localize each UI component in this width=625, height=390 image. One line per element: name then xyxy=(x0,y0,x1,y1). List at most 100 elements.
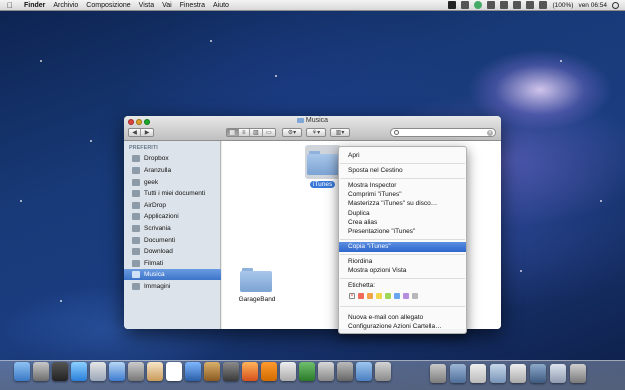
menubar-clock[interactable]: ven 06:54 xyxy=(578,2,607,9)
column-view-button[interactable]: ▥ xyxy=(250,129,263,136)
menu-item-view-options[interactable]: Mostra opzioni Vista xyxy=(339,266,466,276)
label-red-button[interactable] xyxy=(358,293,364,299)
mission-control-dock-icon[interactable] xyxy=(52,362,68,381)
finder-dock-icon[interactable] xyxy=(14,362,30,381)
menulet-close-icon[interactable] xyxy=(448,1,457,9)
folder-stack-icon[interactable] xyxy=(490,364,506,383)
sidebar-item-filmati[interactable]: Filmati xyxy=(124,258,221,269)
firefox-dock-icon[interactable] xyxy=(242,362,258,381)
menu-item-move-to-trash[interactable]: Sposta nel Cestino xyxy=(339,166,466,176)
context-menu: Apri Sposta nel Cestino Mostra Inspector… xyxy=(338,146,467,334)
share-button[interactable]: ⚘▾ xyxy=(306,128,326,137)
sidebar-item-immagini[interactable]: Immagini xyxy=(124,281,221,292)
window-thumbnail-2-icon[interactable] xyxy=(530,364,546,383)
menulet-app-icon[interactable] xyxy=(461,1,470,9)
menu-item-open[interactable]: Apri xyxy=(339,151,466,161)
document-stack-icon[interactable] xyxy=(470,364,486,383)
menu-item-label-heading: Etichetta: xyxy=(348,282,376,289)
menu-item-copy[interactable]: Copia "iTunes" xyxy=(339,242,466,252)
mail-dock-icon[interactable] xyxy=(90,362,106,381)
sidebar: PREFERITI Dropbox Aranzulla geek Tutti i… xyxy=(124,141,221,329)
sidebar-item-scrivania[interactable]: Scrivania xyxy=(124,223,221,234)
list-view-button[interactable]: ≡ xyxy=(238,129,251,136)
sidebar-item-documenti[interactable]: Documenti xyxy=(124,235,221,246)
sidebar-item-label: Tutti i miei documenti xyxy=(144,190,206,197)
window-thumbnail-icon[interactable] xyxy=(510,364,526,383)
preview-dock-icon[interactable] xyxy=(318,362,334,381)
menu-separator xyxy=(340,163,465,164)
menulet-status-icon[interactable] xyxy=(474,1,483,9)
label-yellow-button[interactable] xyxy=(376,293,382,299)
menu-item-presentation[interactable]: Presentazione "iTunes" xyxy=(339,227,466,237)
trash-dock-icon[interactable] xyxy=(570,364,586,383)
misc-app-dock-icon[interactable] xyxy=(356,362,372,381)
ical-dock-icon[interactable] xyxy=(128,362,144,381)
clear-search-icon[interactable]: × xyxy=(487,130,493,136)
spotlight-icon[interactable] xyxy=(612,1,619,9)
menu-vista[interactable]: Vista xyxy=(135,2,158,9)
label-gray-button[interactable] xyxy=(412,293,418,299)
sidebar-item-dropbox[interactable]: Dropbox xyxy=(124,153,221,164)
volume-icon[interactable] xyxy=(526,1,535,9)
app-store-dock-icon[interactable] xyxy=(71,362,87,381)
photo-booth-dock-icon[interactable] xyxy=(223,362,239,381)
documents-stack-icon[interactable] xyxy=(430,364,446,383)
misc-app-2-dock-icon[interactable] xyxy=(375,362,391,381)
menu-finestra[interactable]: Finestra xyxy=(176,2,209,9)
movies-icon xyxy=(132,260,140,267)
label-purple-button[interactable] xyxy=(403,293,409,299)
itunes-folder-icon[interactable] xyxy=(307,151,339,175)
battery-icon[interactable] xyxy=(539,1,548,9)
menu-composizione[interactable]: Composizione xyxy=(82,2,134,9)
label-none-button[interactable]: × xyxy=(349,293,355,299)
itunes-folder-label[interactable]: iTunes xyxy=(310,181,336,188)
textedit-dock-icon[interactable] xyxy=(280,362,296,381)
back-button[interactable]: ◀ xyxy=(129,129,142,136)
cover-flow-button[interactable]: ▭ xyxy=(262,129,275,136)
menu-aiuto[interactable]: Aiuto xyxy=(209,2,233,9)
menu-item-folder-actions[interactable]: Configurazione Azioni Cartella… xyxy=(339,322,466,332)
label-orange-button[interactable] xyxy=(367,293,373,299)
bluetooth-icon[interactable] xyxy=(500,1,509,9)
garageband-folder-label[interactable]: GarageBand xyxy=(234,296,280,303)
sidebar-item-label: Aranzulla xyxy=(144,167,172,174)
menu-item-burn[interactable]: Masterizza "iTunes" su disco… xyxy=(339,199,466,209)
downloads-stack-icon[interactable] xyxy=(450,364,466,383)
sidebar-item-aranzulla[interactable]: Aranzulla xyxy=(124,165,221,176)
calendar-dock-icon[interactable] xyxy=(166,362,182,381)
forward-button[interactable]: ▶ xyxy=(141,129,153,136)
sidebar-item-download[interactable]: Download xyxy=(124,246,221,257)
label-blue-button[interactable] xyxy=(394,293,400,299)
action-gear-button[interactable]: ⚙▾ xyxy=(282,128,302,137)
sidebar-item-airdrop[interactable]: AirDrop xyxy=(124,200,221,211)
itunes-dock-icon[interactable] xyxy=(185,362,201,381)
window-title-text: Musica xyxy=(305,117,329,124)
menu-separator xyxy=(340,239,465,240)
icon-view-button[interactable]: ▦ xyxy=(227,129,239,136)
contacts-dock-icon[interactable] xyxy=(147,362,163,381)
arrange-button[interactable]: ▥▾ xyxy=(330,128,350,137)
wifi-icon[interactable] xyxy=(513,1,522,9)
apple-menu-icon[interactable]:  xyxy=(0,1,20,10)
sidebar-item-tutti-documenti[interactable]: Tutti i miei documenti xyxy=(124,188,221,199)
sidebar-item-geek[interactable]: geek xyxy=(124,177,221,188)
sidebar-item-musica[interactable]: Musica xyxy=(124,269,221,280)
menu-app-finder[interactable]: Finder xyxy=(20,2,49,9)
dropbox-icon xyxy=(132,155,140,162)
vlc-dock-icon[interactable] xyxy=(261,362,277,381)
menu-separator xyxy=(340,254,465,255)
garageband-folder-icon[interactable] xyxy=(240,268,272,292)
system-preferences-dock-icon[interactable] xyxy=(337,362,353,381)
launchpad-dock-icon[interactable] xyxy=(33,362,49,381)
safari-dock-icon[interactable] xyxy=(109,362,125,381)
menu-vai[interactable]: Vai xyxy=(158,2,176,9)
window-thumbnail-3-icon[interactable] xyxy=(550,364,566,383)
sidebar-item-applicazioni[interactable]: Applicazioni xyxy=(124,211,221,222)
photos-dock-icon[interactable] xyxy=(204,362,220,381)
time-machine-icon[interactable] xyxy=(487,1,496,9)
search-input[interactable]: × xyxy=(390,128,496,137)
back-forward-control: ◀ ▶ xyxy=(128,128,154,137)
menu-archivio[interactable]: Archivio xyxy=(49,2,82,9)
label-green-button[interactable] xyxy=(385,293,391,299)
utility-dock-icon[interactable] xyxy=(299,362,315,381)
